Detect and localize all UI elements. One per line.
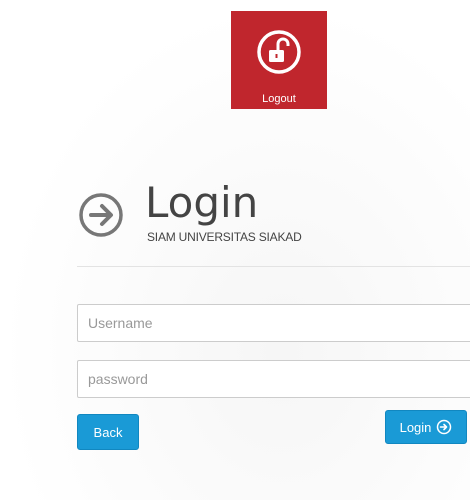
unlock-icon: [257, 30, 301, 74]
login-button[interactable]: Login: [385, 410, 467, 444]
login-button-label: Login: [399, 419, 432, 435]
username-input[interactable]: [77, 304, 470, 342]
header-divider: [77, 266, 470, 267]
password-input[interactable]: [77, 360, 470, 398]
back-button[interactable]: Back: [77, 414, 139, 450]
login-header: Login SIAM UNIVERSITAS SIAKAD: [77, 179, 470, 265]
arrow-right-circle-icon: [79, 193, 123, 237]
back-button-label: Back: [93, 424, 123, 440]
page-title: Login: [145, 178, 259, 227]
login-page: Logout Login SIAM UNIVERSITAS SIAKAD Bac…: [0, 0, 470, 500]
logout-label: Logout: [262, 93, 296, 105]
page-subtitle: SIAM UNIVERSITAS SIAKAD: [147, 230, 302, 244]
logout-button[interactable]: Logout: [231, 11, 327, 109]
arrow-right-circle-icon: [437, 419, 452, 435]
